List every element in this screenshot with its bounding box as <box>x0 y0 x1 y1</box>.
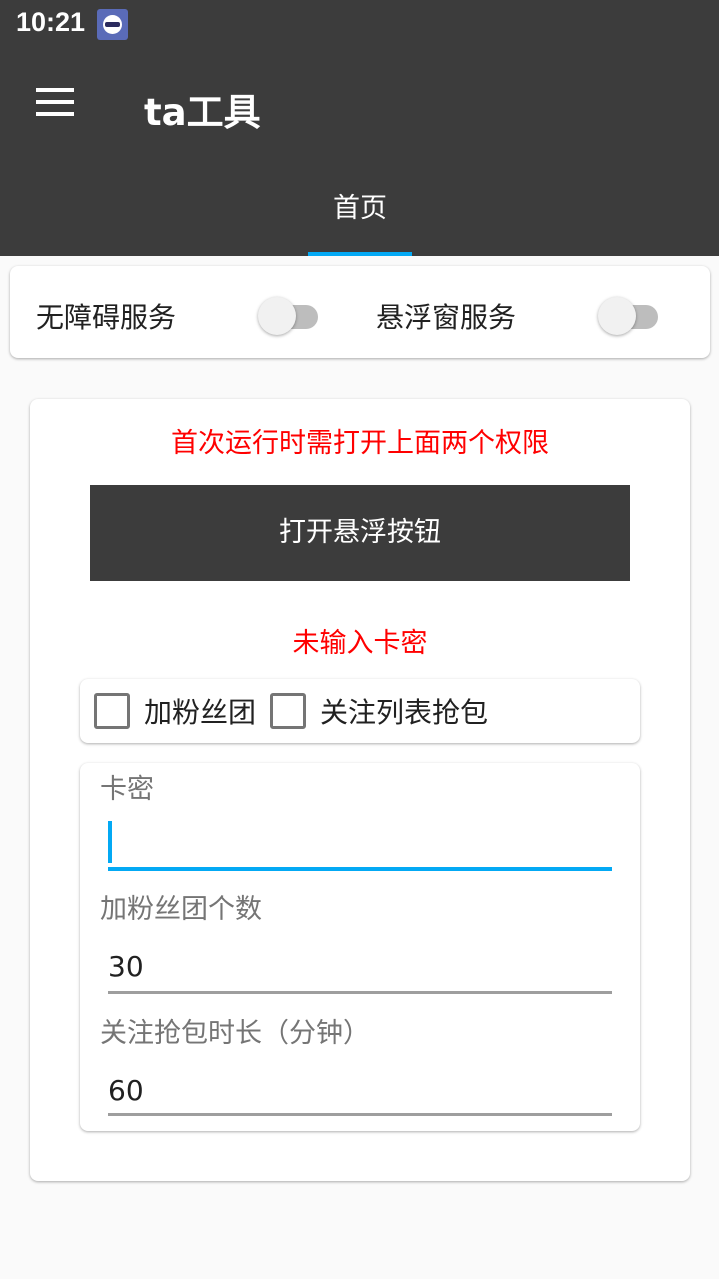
status-time: 10:21 <box>16 7 86 37</box>
switch-thumb <box>258 297 296 335</box>
card-key-underline <box>108 867 612 871</box>
fan-group-count-input[interactable] <box>108 943 612 989</box>
fan-group-count-label: 加粉丝团个数 <box>100 894 262 925</box>
follow-grab-duration-label: 关注抢包时长（分钟） <box>100 1018 370 1049</box>
fan-group-count-underline <box>108 991 612 994</box>
tab-home[interactable]: 首页 <box>308 170 412 256</box>
settings-form-card: 卡密 加粉丝团个数 关注抢包时长（分钟） <box>80 763 640 1131</box>
accessibility-service-label: 无障碍服务 <box>36 301 177 334</box>
main-card: 首次运行时需打开上面两个权限 打开悬浮按钮 未输入卡密 加粉丝团 关注列表抢包 … <box>30 399 690 1181</box>
options-card: 加粉丝团 关注列表抢包 <box>80 679 640 743</box>
app-toolbar: ta工具 首页 <box>0 50 719 256</box>
follow-grab-duration-underline <box>108 1113 612 1116</box>
floating-window-service-switch[interactable] <box>598 296 660 336</box>
floating-window-service-label: 悬浮窗服务 <box>376 301 517 334</box>
card-key-input[interactable] <box>108 819 612 865</box>
services-card: 无障碍服务 悬浮窗服务 <box>10 266 710 358</box>
permission-note: 首次运行时需打开上面两个权限 <box>171 428 549 459</box>
follow-list-grab-checkbox[interactable] <box>270 693 306 729</box>
key-status-text: 未输入卡密 <box>292 628 428 659</box>
fan-group-checkbox[interactable] <box>94 693 130 729</box>
follow-grab-duration-input[interactable] <box>108 1067 612 1113</box>
accessibility-service-switch[interactable] <box>258 296 320 336</box>
status-bar: 10:21 <box>0 0 719 50</box>
hamburger-menu-icon[interactable] <box>36 88 76 118</box>
app-title: ta工具 <box>144 91 261 134</box>
card-key-label: 卡密 <box>100 774 154 805</box>
follow-list-grab-label: 关注列表抢包 <box>320 696 489 729</box>
fan-group-label: 加粉丝团 <box>144 696 257 729</box>
switch-thumb <box>598 297 636 335</box>
ghost-app-icon <box>97 9 128 40</box>
tab-indicator <box>308 252 412 256</box>
text-caret <box>108 821 112 863</box>
open-float-button[interactable]: 打开悬浮按钮 <box>90 485 630 581</box>
